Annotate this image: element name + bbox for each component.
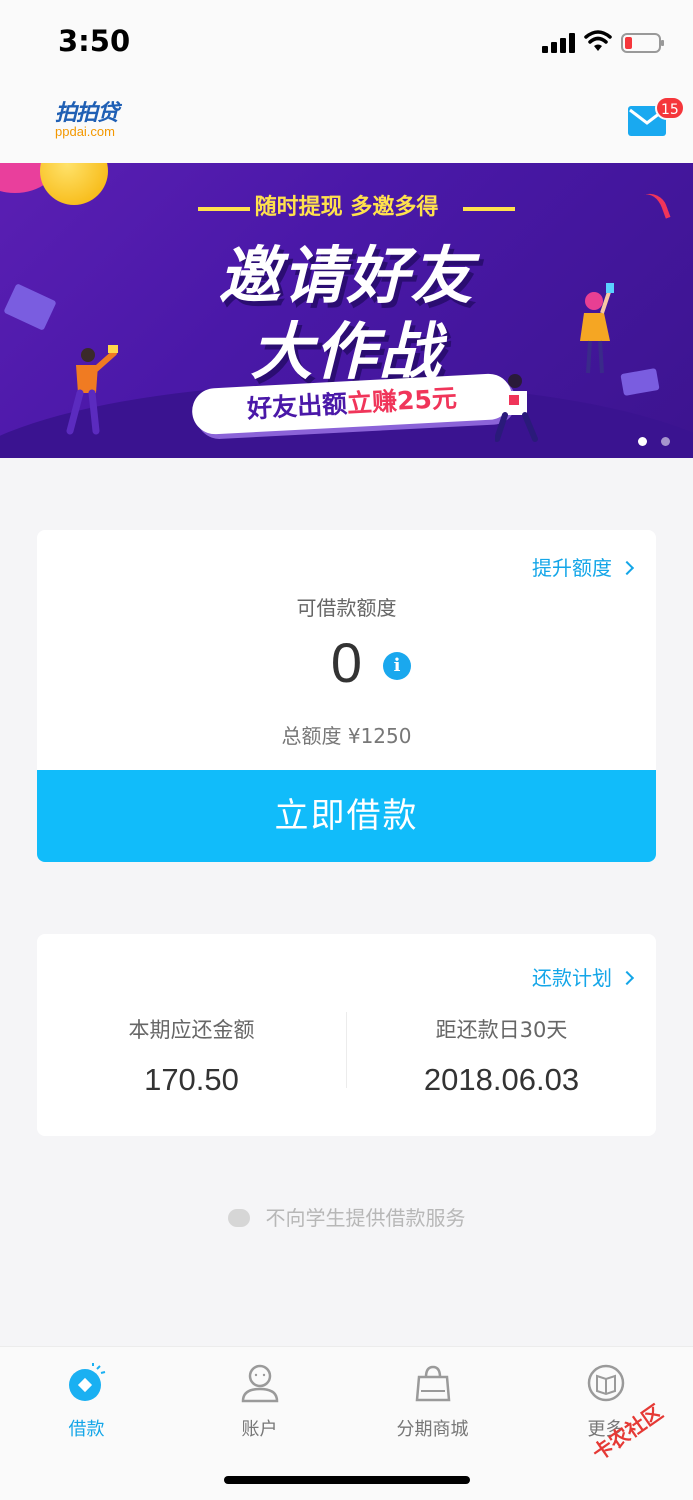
status-time: 3:50 (58, 24, 131, 58)
promo-banner[interactable]: 随时提现 多邀多得 邀请好友 大作战 好友出额立赚25元 (0, 163, 693, 458)
chevron-right-icon (619, 970, 635, 986)
repayment-card: 还款计划 本期应还金额 170.50 距还款日30天 2018.06.03 (37, 934, 656, 1136)
tab-label: 分期商城 (396, 1419, 469, 1440)
home-indicator[interactable] (224, 1476, 470, 1484)
banner-subtitle: 随时提现 多邀多得 (254, 195, 439, 220)
days-to-due-label: 距还款日30天 (435, 1018, 568, 1042)
carousel-dot[interactable] (638, 437, 647, 446)
person-illustration (580, 283, 614, 374)
student-notice: 不向学生提供借款服务 (0, 1202, 693, 1231)
unread-count-badge: 15 (655, 96, 685, 120)
wifi-icon (584, 30, 612, 51)
signal-icon (542, 33, 576, 53)
ppdai-logo: 拍拍贷 ppdai.com (55, 101, 119, 139)
account-icon (241, 1364, 278, 1403)
raise-limit-link[interactable]: 提升额度 (532, 552, 635, 581)
info-icon[interactable]: i (383, 652, 411, 680)
due-amount-value: 170.50 (144, 1062, 239, 1097)
carousel-dot[interactable] (661, 437, 670, 446)
due-date-value: 2018.06.03 (423, 1062, 580, 1097)
loan-icon (68, 1363, 105, 1401)
battery-icon (621, 33, 664, 53)
notice-icon (227, 1208, 250, 1227)
tab-loan[interactable]: 借款 (0, 1363, 173, 1441)
chevron-right-icon (619, 560, 635, 576)
available-limit-amount: 0 (330, 631, 363, 694)
due-amount-label: 本期应还金额 (128, 1018, 255, 1042)
credit-limit-card: 提升额度 可借款额度 0 i 总额度 ¥1250 立即借款 (37, 530, 656, 862)
tab-account[interactable]: 账户 (173, 1363, 346, 1441)
carousel-dots[interactable] (638, 431, 684, 450)
repayment-plan-link[interactable]: 还款计划 (532, 962, 635, 991)
available-limit-label: 可借款额度 (296, 596, 397, 620)
person-illustration (495, 374, 538, 442)
tab-label: 借款 (68, 1419, 105, 1440)
tab-label: 账户 (241, 1419, 278, 1440)
tab-mall[interactable]: 分期商城 (346, 1363, 519, 1441)
status-bar: 3:50 (0, 0, 693, 85)
more-book-icon (587, 1364, 624, 1402)
total-limit-label: 总额度 ¥1250 (281, 724, 412, 748)
borrow-now-button[interactable]: 立即借款 (37, 770, 656, 862)
shopping-bag-icon (415, 1365, 450, 1402)
person-illustration (66, 345, 118, 435)
app-header: 拍拍贷 ppdai.com 15 (0, 85, 693, 163)
